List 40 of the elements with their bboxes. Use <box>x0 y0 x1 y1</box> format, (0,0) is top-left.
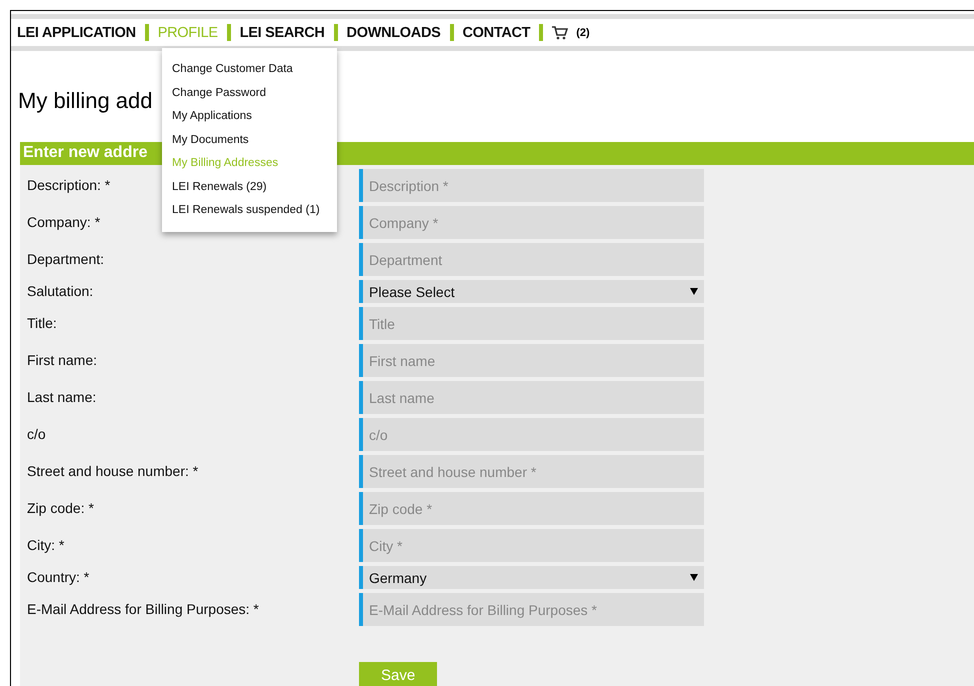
input-field[interactable]: First name <box>359 344 704 377</box>
menu-item[interactable]: LEI Renewals suspended (1) <box>172 201 337 220</box>
input-field[interactable]: Last name <box>359 381 704 414</box>
input-field[interactable]: Description * <box>359 169 704 202</box>
nav-link[interactable]: LEI APPLICATION <box>17 24 136 40</box>
input-field[interactable]: Company * <box>359 206 704 239</box>
select-field[interactable]: Germany <box>359 566 704 589</box>
field-label: Last name: <box>27 388 96 404</box>
field-label: Company: * <box>27 214 100 230</box>
menu-item[interactable]: Change Password <box>172 84 337 102</box>
field-label: First name: <box>27 352 98 368</box>
input-field[interactable]: Title <box>359 307 704 340</box>
field-label: Title: <box>27 314 57 330</box>
input-field[interactable]: c/o <box>359 418 704 451</box>
cart-count: (2) <box>576 26 590 38</box>
field-label: City: * <box>27 536 64 552</box>
field-label: Street and house number: * <box>27 462 198 478</box>
input-field[interactable]: Street and house number * <box>359 455 704 488</box>
caret-icon <box>690 574 698 581</box>
field-label: Country: * <box>27 568 90 584</box>
select-field[interactable]: Please Select <box>359 280 704 303</box>
input-field[interactable]: E-Mail Address for Billing Purposes * <box>359 593 704 626</box>
field-label: Zip code: * <box>27 500 94 516</box>
menu-item[interactable]: My Applications <box>172 107 337 126</box>
input-field[interactable]: City * <box>359 529 704 562</box>
nav-link[interactable]: CONTACT <box>462 24 530 40</box>
field-label: Salutation: <box>27 282 94 298</box>
cart-icon[interactable] <box>552 26 568 40</box>
nav-link[interactable]: DOWNLOADS <box>346 24 441 40</box>
menu-item[interactable]: LEI Renewals (29) <box>172 178 337 196</box>
field-label: c/o <box>27 426 46 442</box>
field-label: E-Mail Address for Billing Purposes: * <box>27 600 259 616</box>
nav-link[interactable]: LEI SEARCH <box>240 24 325 40</box>
caret-icon <box>690 288 698 295</box>
field-label: Department: <box>27 250 104 266</box>
page-title: My billing add <box>18 88 153 115</box>
menu-item[interactable]: Change Customer Data <box>172 60 337 78</box>
input-field[interactable]: Department <box>359 243 704 276</box>
field-label: Description: * <box>27 176 110 192</box>
input-field[interactable]: Zip code * <box>359 492 704 525</box>
